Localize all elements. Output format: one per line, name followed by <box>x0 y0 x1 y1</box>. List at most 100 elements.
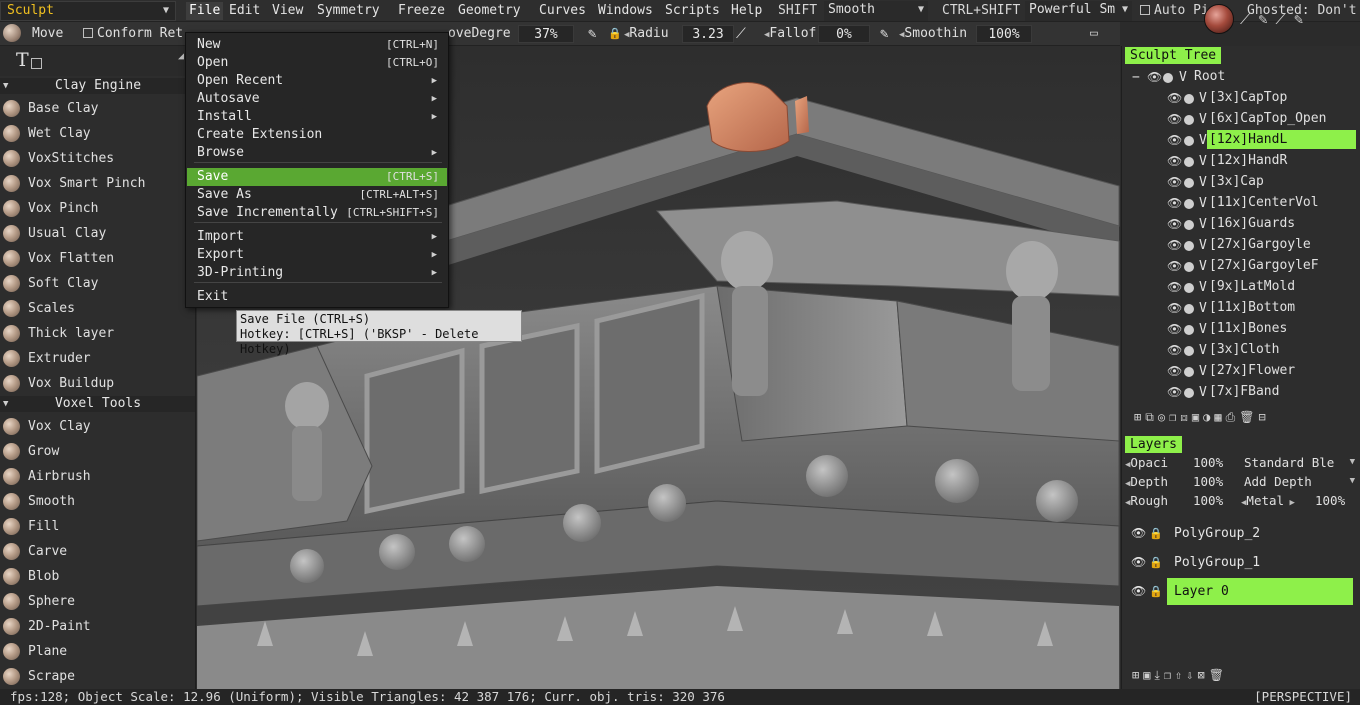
lock-icon[interactable]: 🔒 <box>1149 520 1163 547</box>
move-degree-field[interactable]: 37% <box>518 25 574 43</box>
radius-field[interactable]: 3.23 <box>682 25 734 43</box>
file-menu-browse[interactable]: Browse ▶ <box>187 144 447 162</box>
tool-fill[interactable]: Fill <box>0 514 195 539</box>
render-dot-icon[interactable] <box>1184 241 1194 251</box>
file-menu-import[interactable]: Import ▶ <box>187 228 447 246</box>
file-menu-save[interactable]: Save [CTRL+S] <box>187 168 447 186</box>
symmetry-icon[interactable]: ◑ <box>1203 410 1214 424</box>
smoothing-field[interactable]: 100% <box>976 25 1032 43</box>
grid-icon[interactable]: ▦ <box>1214 410 1225 424</box>
tool-vox-clay[interactable]: Vox Clay <box>0 414 195 439</box>
tool-plane[interactable]: Plane <box>0 639 195 664</box>
eye-icon[interactable]: 👁 <box>1167 340 1182 361</box>
tool-smooth[interactable]: Smooth <box>0 489 195 514</box>
render-dot-icon[interactable] <box>1184 178 1194 188</box>
section-header-clay-engine[interactable]: ▼ Clay Engine <box>0 78 195 94</box>
file-menu-export[interactable]: Export ▶ <box>187 246 447 264</box>
file-menu-new[interactable]: New [CTRL+N] <box>187 36 447 54</box>
file-menu-install[interactable]: Install ▶ <box>187 108 447 126</box>
menu-geometry[interactable]: Geometry <box>455 2 524 20</box>
menu-view[interactable]: View <box>269 2 306 20</box>
tree-item-12x-handr[interactable]: 👁 V [12x]HandR <box>1122 151 1360 172</box>
file-menu-create-extension[interactable]: Create Extension <box>187 126 447 144</box>
eye-icon[interactable]: 👁 <box>1167 382 1182 403</box>
duplicate-icon[interactable]: ❐ <box>1169 410 1180 424</box>
menu-freeze[interactable]: Freeze <box>395 2 448 20</box>
rough-value[interactable]: 100% <box>1193 491 1223 510</box>
move-down-icon[interactable]: ⇩ <box>1186 668 1197 682</box>
tree-item-11x-centervol[interactable]: 👁 V [11x]CenterVol <box>1122 193 1360 214</box>
collapse-icon[interactable]: − <box>1132 67 1140 88</box>
delete-layer-icon[interactable]: 🗑 <box>1209 668 1228 682</box>
move-tool-icon[interactable] <box>3 24 21 42</box>
pen-icon[interactable]: ✎ <box>1259 10 1276 28</box>
layers-title[interactable]: Layers <box>1125 436 1182 453</box>
render-dot-icon[interactable] <box>1184 136 1194 146</box>
tree-item-11x-bottom[interactable]: 👁 V [11x]Bottom <box>1122 298 1360 319</box>
render-dot-icon[interactable] <box>1184 346 1194 356</box>
add-folder-icon[interactable]: ▣ <box>1143 668 1154 682</box>
eye-icon[interactable]: 👁 <box>1167 109 1182 130</box>
file-menu-exit[interactable]: Exit <box>187 288 447 306</box>
lock-icon[interactable]: 🔒 <box>1149 549 1163 576</box>
folder-icon[interactable]: ▣ <box>1192 410 1203 424</box>
tool-soft-clay[interactable]: Soft Clay <box>0 271 195 296</box>
tool-voxstitches[interactable]: VoxStitches <box>0 146 195 171</box>
eye-icon[interactable]: 👁 <box>1167 235 1182 256</box>
tree-item-27x-gargoylef[interactable]: 👁 V [27x]GargoyleF <box>1122 256 1360 277</box>
brush-icon[interactable]: ⟋ <box>1240 10 1259 28</box>
render-dot-icon[interactable] <box>1184 367 1194 377</box>
depth-mode-select[interactable]: Add Depth ▼ <box>1244 472 1356 491</box>
tree-item-6x-captop-open[interactable]: 👁 V [6x]CapTop_Open <box>1122 109 1360 130</box>
eye-icon[interactable]: 👁 <box>1131 549 1146 576</box>
eye-icon[interactable]: 👁 <box>1147 67 1162 88</box>
tree-item-16x-guards[interactable]: 👁 V [16x]Guards <box>1122 214 1360 235</box>
menu-curves[interactable]: Curves <box>536 2 589 20</box>
menu-windows[interactable]: Windows <box>595 2 656 20</box>
eye-icon[interactable]: 👁 <box>1167 298 1182 319</box>
eyedropper-icon[interactable]: ⟋ <box>736 24 746 44</box>
layer-polygroup-1[interactable]: 👁 🔒 PolyGroup_1 <box>1122 549 1360 576</box>
layer-polygroup-2[interactable]: 👁 🔒 PolyGroup_2 <box>1122 520 1360 547</box>
tree-item-27x-flower[interactable]: 👁 V [27x]Flower <box>1122 361 1360 382</box>
render-dot-icon[interactable] <box>1184 283 1194 293</box>
lock-icon[interactable]: 🔒 <box>608 24 622 44</box>
render-dot-icon[interactable] <box>1184 94 1194 104</box>
render-dot-icon[interactable] <box>1184 220 1194 230</box>
file-menu-autosave[interactable]: Autosave ▶ <box>187 90 447 108</box>
sphere-icon[interactable]: ◎ <box>1158 410 1169 424</box>
depth-control[interactable]: ◀Depth <box>1125 472 1168 491</box>
radius-control[interactable]: ◀Radiu <box>624 24 669 44</box>
view-mode-label[interactable]: [PERSPECTIVE] <box>1254 689 1352 705</box>
tool-vox-flatten[interactable]: Vox Flatten <box>0 246 195 271</box>
tool-sphere[interactable]: Sphere <box>0 589 195 614</box>
clone-layer-icon[interactable]: ❐ <box>1164 668 1175 682</box>
tool-thick-layer[interactable]: Thick layer <box>0 321 195 346</box>
pencil-icon[interactable]: ✎ <box>880 24 888 44</box>
tool-carve[interactable]: Carve <box>0 539 195 564</box>
add-volume-icon[interactable]: ⊞ <box>1134 410 1145 424</box>
ctrl-shift-brush-select[interactable]: Powerful Sm ▼ <box>1025 1 1132 21</box>
render-dot-icon[interactable] <box>1184 115 1194 125</box>
menu-file[interactable]: File <box>186 2 224 20</box>
tree-item-11x-bones[interactable]: 👁 V [11x]Bones <box>1122 319 1360 340</box>
add-layer-icon[interactable]: ⊞ <box>1132 668 1143 682</box>
tool-extruder[interactable]: Extruder <box>0 346 195 371</box>
menu-help[interactable]: Help <box>728 2 765 20</box>
eye-icon[interactable]: 👁 <box>1167 88 1182 109</box>
render-dot-icon[interactable] <box>1184 388 1194 398</box>
sculpt-tree-title[interactable]: Sculpt Tree <box>1125 47 1222 64</box>
file-menu-save-incrementally[interactable]: Save Incrementally [CTRL+SHIFT+S] <box>187 204 447 222</box>
camera-icon[interactable]: ▭ <box>1090 24 1098 44</box>
clone-icon[interactable]: ⧉ <box>1145 410 1158 424</box>
falloff-field[interactable]: 0% <box>818 25 870 43</box>
tree-item-12x-handl[interactable]: 👁 V [12x]HandL <box>1122 130 1360 151</box>
falloff-control[interactable]: ◀Fallof <box>764 24 816 44</box>
eye-icon[interactable]: 👁 <box>1167 151 1182 172</box>
tree-item-3x-captop[interactable]: 👁 V [3x]CapTop <box>1122 88 1360 109</box>
section-header-voxel-tools[interactable]: ▼ Voxel Tools <box>0 396 195 412</box>
clear-icon[interactable]: ⊟ <box>1258 410 1269 424</box>
eye-icon[interactable]: 👁 <box>1167 130 1182 151</box>
move-up-icon[interactable]: ⇧ <box>1175 668 1186 682</box>
eye-icon[interactable]: 👁 <box>1131 520 1146 547</box>
